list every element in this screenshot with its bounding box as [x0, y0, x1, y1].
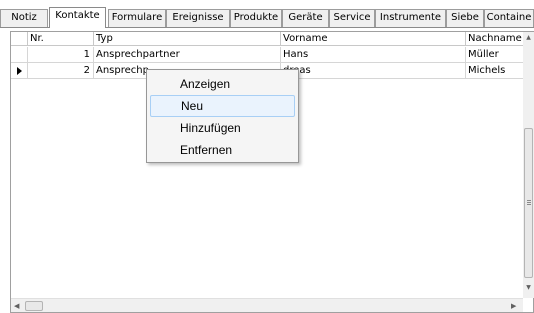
tab-strip: Notiz Kontakte Formulare Ereignisse Prod…	[0, 0, 534, 28]
menu-item-hinzufuegen[interactable]: Hinzufügen	[150, 117, 295, 139]
vertical-scrollbar[interactable]: ▲ ▼	[523, 32, 534, 298]
cell-nachname[interactable]: Michels	[466, 63, 523, 79]
tab-instrumente[interactable]: Instrumente	[375, 9, 446, 27]
scroll-up-arrow-icon[interactable]: ▲	[523, 34, 534, 42]
scroll-down-arrow-icon[interactable]: ▼	[523, 284, 534, 292]
tab-siebe[interactable]: Siebe	[446, 9, 484, 27]
column-header-nr[interactable]: Nr.	[28, 32, 94, 46]
menu-item-neu[interactable]: Neu	[150, 95, 295, 117]
tab-container[interactable]: Containe	[484, 9, 534, 27]
tab-ereignisse[interactable]: Ereignisse	[166, 9, 230, 27]
horizontal-scroll-thumb[interactable]	[25, 301, 43, 311]
table-row[interactable]: 1 Ansprechpartner Hans Müller	[11, 47, 523, 63]
grip-line	[527, 204, 531, 205]
cell-nr[interactable]: 2	[28, 63, 94, 79]
cell-typ[interactable]: Ansprechpartner	[94, 47, 281, 63]
tab-geraete[interactable]: Geräte	[282, 9, 329, 27]
cell-vorname[interactable]: Hans	[281, 47, 466, 63]
right-triangle-arrow-icon	[17, 67, 22, 75]
tab-service[interactable]: Service	[329, 9, 375, 27]
tab-formulare[interactable]: Formulare	[108, 9, 166, 27]
tab-notiz[interactable]: Notiz	[0, 9, 48, 27]
tab-kontakte[interactable]: Kontakte	[49, 7, 106, 28]
grid-header: Nr. Typ Vorname Nachname	[11, 32, 523, 46]
grip-line	[527, 202, 531, 203]
vertical-scroll-thumb[interactable]	[524, 128, 533, 278]
column-header-nachname[interactable]: Nachname	[466, 32, 523, 46]
tab-produkte[interactable]: Produkte	[230, 9, 282, 27]
column-header-vorname[interactable]: Vorname	[281, 32, 466, 46]
cell-nachname[interactable]: Müller	[466, 47, 523, 63]
header-indicator-cell	[11, 32, 28, 46]
menu-item-entfernen[interactable]: Entfernen	[150, 139, 295, 161]
context-menu: Anzeigen Neu Hinzufügen Entfernen	[146, 69, 299, 163]
menu-item-anzeigen[interactable]: Anzeigen	[150, 73, 295, 95]
row-indicator-cell[interactable]	[11, 47, 28, 63]
column-header-typ[interactable]: Typ	[94, 32, 281, 46]
cell-vorname[interactable]: dreas	[281, 63, 466, 79]
cell-nr[interactable]: 1	[28, 47, 94, 63]
scroll-left-arrow-icon[interactable]: ◀	[14, 301, 19, 311]
row-indicator-cell[interactable]	[11, 63, 28, 79]
horizontal-scrollbar[interactable]: ◀ ▶	[11, 298, 523, 312]
scroll-right-arrow-icon[interactable]: ▶	[511, 301, 516, 311]
grip-line	[527, 200, 531, 201]
